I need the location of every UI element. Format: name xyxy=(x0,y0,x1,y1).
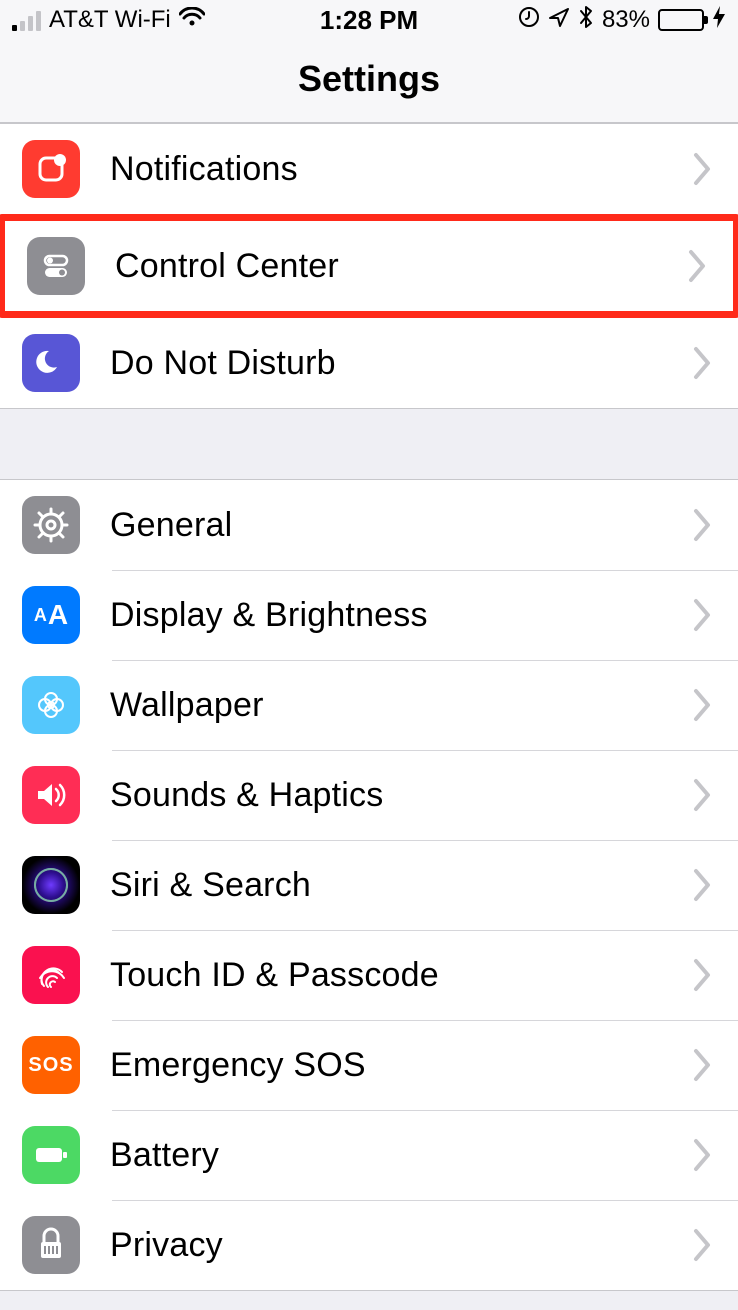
row-control-center[interactable]: Control Center xyxy=(5,221,733,311)
cell-signal-icon xyxy=(12,9,41,31)
row-battery[interactable]: Battery xyxy=(0,1110,738,1200)
notifications-icon xyxy=(22,140,80,198)
rotation-lock-icon xyxy=(518,6,540,35)
row-label: Sounds & Haptics xyxy=(110,776,692,815)
row-label: Emergency SOS xyxy=(110,1046,692,1085)
control-center-icon xyxy=(27,237,85,295)
chevron-right-icon xyxy=(687,248,707,284)
row-label: General xyxy=(110,506,692,545)
chevron-right-icon xyxy=(692,345,712,381)
settings-section-2: General AA Display & Brightness Wallpape… xyxy=(0,479,738,1291)
row-notifications[interactable]: Notifications xyxy=(0,124,738,214)
touch-id-icon xyxy=(22,946,80,1004)
row-label: Notifications xyxy=(110,150,692,189)
row-general[interactable]: General xyxy=(0,480,738,570)
status-right: 83% xyxy=(518,5,726,36)
settings-section-1: Notifications Control Center Do Not Dist… xyxy=(0,123,738,409)
chevron-right-icon xyxy=(692,957,712,993)
row-display-brightness[interactable]: AA Display & Brightness xyxy=(0,570,738,660)
do-not-disturb-icon xyxy=(22,334,80,392)
row-label: Touch ID & Passcode xyxy=(110,956,692,995)
wallpaper-icon xyxy=(22,676,80,734)
chevron-right-icon xyxy=(692,1137,712,1173)
emergency-sos-icon: SOS xyxy=(22,1036,80,1094)
row-label: Control Center xyxy=(115,247,687,286)
row-label: Battery xyxy=(110,1136,692,1175)
row-label: Wallpaper xyxy=(110,686,692,725)
bluetooth-icon xyxy=(578,5,594,36)
chevron-right-icon xyxy=(692,151,712,187)
highlight-control-center: Control Center xyxy=(0,214,738,318)
row-sounds-haptics[interactable]: Sounds & Haptics xyxy=(0,750,738,840)
page-title: Settings xyxy=(0,40,738,123)
wifi-icon xyxy=(179,6,205,34)
battery-percent: 83% xyxy=(602,6,650,34)
row-label: Siri & Search xyxy=(110,866,692,905)
row-touch-id[interactable]: Touch ID & Passcode xyxy=(0,930,738,1020)
row-wallpaper[interactable]: Wallpaper xyxy=(0,660,738,750)
section-gap xyxy=(0,409,738,479)
row-do-not-disturb[interactable]: Do Not Disturb xyxy=(0,318,738,408)
row-emergency-sos[interactable]: SOS Emergency SOS xyxy=(0,1020,738,1110)
privacy-icon xyxy=(22,1216,80,1274)
battery-icon xyxy=(658,9,704,31)
battery-icon xyxy=(22,1126,80,1184)
chevron-right-icon xyxy=(692,1047,712,1083)
row-siri-search[interactable]: Siri & Search xyxy=(0,840,738,930)
chevron-right-icon xyxy=(692,1227,712,1263)
chevron-right-icon xyxy=(692,777,712,813)
row-label: Privacy xyxy=(110,1226,692,1265)
row-privacy[interactable]: Privacy xyxy=(0,1200,738,1290)
sounds-icon xyxy=(22,766,80,824)
location-icon xyxy=(548,6,570,35)
status-left: AT&T Wi-Fi xyxy=(12,6,205,34)
row-label: Display & Brightness xyxy=(110,596,692,635)
chevron-right-icon xyxy=(692,867,712,903)
siri-icon xyxy=(22,856,80,914)
chevron-right-icon xyxy=(692,687,712,723)
carrier-label: AT&T Wi-Fi xyxy=(49,6,171,34)
status-bar: AT&T Wi-Fi 1:28 PM 83% xyxy=(0,0,738,40)
charging-icon xyxy=(712,5,726,36)
chevron-right-icon xyxy=(692,507,712,543)
display-brightness-icon: AA xyxy=(22,586,80,644)
general-icon xyxy=(22,496,80,554)
chevron-right-icon xyxy=(692,597,712,633)
row-label: Do Not Disturb xyxy=(110,344,692,383)
